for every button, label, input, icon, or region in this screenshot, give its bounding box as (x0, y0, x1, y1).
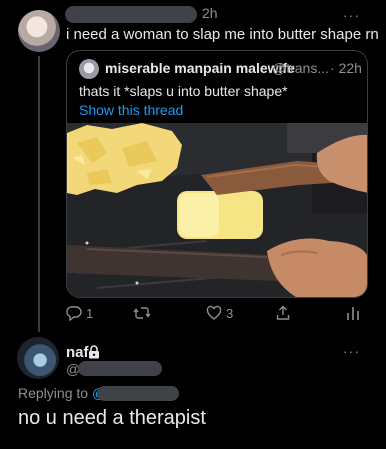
reply-icon (66, 306, 82, 321)
like-count: 3 (226, 305, 234, 321)
retweet-button[interactable] (133, 305, 155, 321)
redacted-handle (78, 361, 162, 376)
quoted-text: thats it *slaps u into butter shape* (79, 83, 288, 99)
quoted-display-name[interactable]: miserable manpain malewife (105, 60, 295, 76)
tweet-text: i need a woman to slap me into butter sh… (66, 26, 379, 43)
reply-count: 1 (86, 305, 94, 321)
share-button[interactable] (275, 305, 291, 321)
thread-line (38, 56, 40, 332)
quoted-avatar[interactable] (79, 59, 99, 79)
show-thread-link[interactable]: Show this thread (79, 102, 183, 118)
like-button[interactable]: 3 (206, 305, 233, 321)
reply-avatar[interactable] (17, 337, 59, 379)
lock-icon (89, 345, 99, 359)
tweet-time[interactable]: 2h (202, 5, 218, 21)
reply-button[interactable]: 1 (66, 305, 93, 321)
replying-to: Replying to @ (18, 385, 106, 401)
share-icon (276, 305, 290, 320)
analytics-button[interactable] (346, 305, 360, 321)
media-image[interactable] (67, 123, 368, 298)
reply-more-options-button[interactable]: ··· (343, 343, 360, 359)
retweet-icon (133, 307, 151, 319)
action-bar: 1 3 (66, 305, 366, 325)
reply-display-name[interactable]: naf (66, 344, 89, 361)
quoted-tweet-card[interactable]: miserable manpain malewife @trans... · 2… (66, 50, 368, 298)
more-options-button[interactable]: ··· (343, 7, 360, 23)
quoted-handle[interactable]: @trans... (272, 60, 329, 76)
redacted-replying-handle (97, 386, 179, 401)
avatar[interactable] (18, 10, 60, 52)
redacted-username (65, 6, 197, 23)
replying-to-label: Replying to (18, 385, 89, 401)
quoted-time[interactable]: · 22h (330, 60, 362, 76)
reply-text: no u need a therapist (18, 407, 206, 429)
analytics-icon (347, 307, 359, 320)
like-icon (206, 305, 222, 320)
